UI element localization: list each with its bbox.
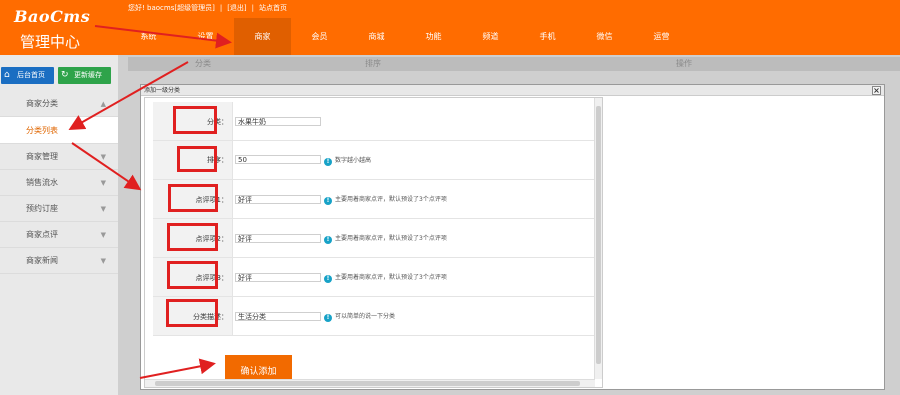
nav-member[interactable]: 会员 bbox=[291, 18, 348, 55]
highlight-box bbox=[168, 184, 218, 212]
chevron-down-icon: ▼ bbox=[100, 205, 106, 213]
nav-mall[interactable]: 商城 bbox=[348, 18, 405, 55]
sidebar-item-sales-flow[interactable]: 销售流水 ▼ bbox=[0, 170, 118, 196]
info-icon: ! bbox=[324, 158, 332, 166]
main-nav: 系统 设置 商家 会员 商城 功能 频道 手机 微信 运营 bbox=[120, 18, 690, 55]
highlight-box bbox=[177, 146, 217, 172]
user-greeting: 您好! baocms[超级管理员] bbox=[128, 4, 215, 12]
site-home-link[interactable]: 站点首页 bbox=[259, 4, 287, 12]
chevron-down-icon: ▼ bbox=[100, 153, 106, 161]
form-row-sort: 排序： !数字越小越高 bbox=[153, 141, 594, 180]
app-logo: BaoCms bbox=[14, 7, 91, 26]
review-item-3-hint: ! 主要用着商家点评，默认预设了3个点评项 bbox=[324, 272, 447, 283]
nav-channel[interactable]: 频道 bbox=[462, 18, 519, 55]
form-row-review-item-2: 点评项2： !主要用着商家点评，默认预设了3个点评项 bbox=[153, 219, 594, 258]
highlight-box bbox=[167, 261, 218, 289]
highlight-box bbox=[167, 223, 218, 251]
chevron-down-icon: ▼ bbox=[100, 179, 106, 187]
info-icon: ! bbox=[324, 236, 332, 244]
user-greeting-bar: 您好! baocms[超级管理员] | [退出] | 站点首页 bbox=[128, 4, 288, 12]
home-button-label: 后台首页 bbox=[17, 71, 45, 79]
category-table-header: 分类 排序 操作 bbox=[128, 57, 900, 71]
form-row-review-item-3: 点评项3： !主要用着商家点评，默认预设了3个点评项 bbox=[153, 258, 594, 297]
form-row-description: 分类描述： !可以简单的说一下分类 bbox=[153, 297, 594, 336]
sidebar-item-merchant-management[interactable]: 商家管理 ▼ bbox=[0, 144, 118, 170]
horizontal-scrollbar[interactable] bbox=[145, 379, 595, 387]
scroll-thumb[interactable] bbox=[596, 106, 601, 364]
nav-mobile[interactable]: 手机 bbox=[519, 18, 576, 55]
sidebar-item-reservations[interactable]: 预约订座 ▼ bbox=[0, 196, 118, 222]
info-icon: ! bbox=[324, 197, 332, 205]
column-header-actions: 操作 bbox=[676, 59, 692, 68]
dialog-title: 添加一级分类 bbox=[144, 87, 181, 94]
sidebar-item-label: 商家分类 bbox=[26, 99, 58, 108]
sidebar-menu: 商家分类 ▲ 分类列表 商家管理 ▼ 销售流水 ▼ 预约订座 ▼ 商家点评 ▼ … bbox=[0, 91, 118, 274]
review-item-3-input[interactable] bbox=[235, 273, 321, 282]
description-hint: ! 可以简单的说一下分类 bbox=[324, 311, 395, 322]
refresh-cache-button[interactable]: ↻ 更新缓存 bbox=[58, 67, 111, 84]
column-header-category: 分类 bbox=[195, 59, 211, 68]
add-category-dialog: 添加一级分类 × 分类： 排序： !数字越小越高 点评项1： !主要用着商家点评… bbox=[140, 84, 885, 390]
sidebar-item-label: 销售流水 bbox=[26, 178, 58, 187]
highlight-box bbox=[166, 299, 218, 327]
form-row-category: 分类： bbox=[153, 102, 594, 141]
review-item-2-hint: ! 主要用着商家点评，默认预设了3个点评项 bbox=[324, 233, 447, 244]
sidebar: ⌂ 后台首页 ↻ 更新缓存 商家分类 ▲ 分类列表 商家管理 ▼ 销售流水 ▼ … bbox=[0, 55, 118, 395]
top-header: BaoCms 管理中心 您好! baocms[超级管理员] | [退出] | 站点首页 … bbox=[0, 0, 900, 55]
sidebar-item-category-list[interactable]: 分类列表 bbox=[0, 117, 118, 144]
column-header-sort: 排序 bbox=[365, 59, 381, 68]
form-row-review-item-1: 点评项1： !主要用着商家点评，默认预设了3个点评项 bbox=[153, 180, 594, 219]
description-input[interactable] bbox=[235, 312, 321, 321]
sidebar-item-label: 商家管理 bbox=[26, 152, 58, 161]
nav-wechat[interactable]: 微信 bbox=[576, 18, 633, 55]
info-icon: ! bbox=[324, 275, 332, 283]
category-form: 分类： 排序： !数字越小越高 点评项1： !主要用着商家点评，默认预设了3个点… bbox=[153, 102, 594, 336]
home-button[interactable]: ⌂ 后台首页 bbox=[1, 67, 54, 84]
sort-hint: ! 数字越小越高 bbox=[324, 155, 371, 166]
chevron-up-icon: ▲ bbox=[100, 100, 106, 108]
scroll-thumb[interactable] bbox=[155, 381, 580, 386]
sort-input[interactable] bbox=[235, 155, 321, 164]
nav-merchant[interactable]: 商家 bbox=[234, 18, 291, 55]
nav-system[interactable]: 系统 bbox=[120, 18, 177, 55]
dialog-titlebar: 添加一级分类 × bbox=[141, 85, 884, 96]
sidebar-item-merchant-reviews[interactable]: 商家点评 ▼ bbox=[0, 222, 118, 248]
home-icon: ⌂ bbox=[4, 70, 10, 80]
logout-link[interactable]: [退出] bbox=[227, 4, 246, 12]
nav-operations[interactable]: 运营 bbox=[633, 18, 690, 55]
vertical-scrollbar[interactable] bbox=[594, 98, 602, 379]
admin-center-title: 管理中心 bbox=[20, 33, 81, 51]
sidebar-item-label: 商家新闻 bbox=[26, 256, 58, 265]
sidebar-item-merchant-news[interactable]: 商家新闻 ▼ bbox=[0, 248, 118, 274]
category-name-input[interactable] bbox=[235, 117, 321, 126]
review-item-2-input[interactable] bbox=[235, 234, 321, 243]
nav-settings[interactable]: 设置 bbox=[177, 18, 234, 55]
refresh-button-label: 更新缓存 bbox=[74, 71, 102, 79]
review-item-1-input[interactable] bbox=[235, 195, 321, 204]
sidebar-item-label: 商家点评 bbox=[26, 230, 58, 239]
chevron-down-icon: ▼ bbox=[100, 257, 106, 265]
close-icon[interactable]: × bbox=[872, 86, 881, 95]
highlight-box bbox=[173, 106, 217, 134]
sidebar-item-label: 预约订座 bbox=[26, 204, 58, 213]
review-item-1-hint: ! 主要用着商家点评，默认预设了3个点评项 bbox=[324, 194, 447, 205]
chevron-down-icon: ▼ bbox=[100, 231, 106, 239]
nav-features[interactable]: 功能 bbox=[405, 18, 462, 55]
info-icon: ! bbox=[324, 314, 332, 322]
sidebar-item-merchant-category[interactable]: 商家分类 ▲ bbox=[0, 91, 118, 117]
refresh-icon: ↻ bbox=[61, 70, 69, 80]
